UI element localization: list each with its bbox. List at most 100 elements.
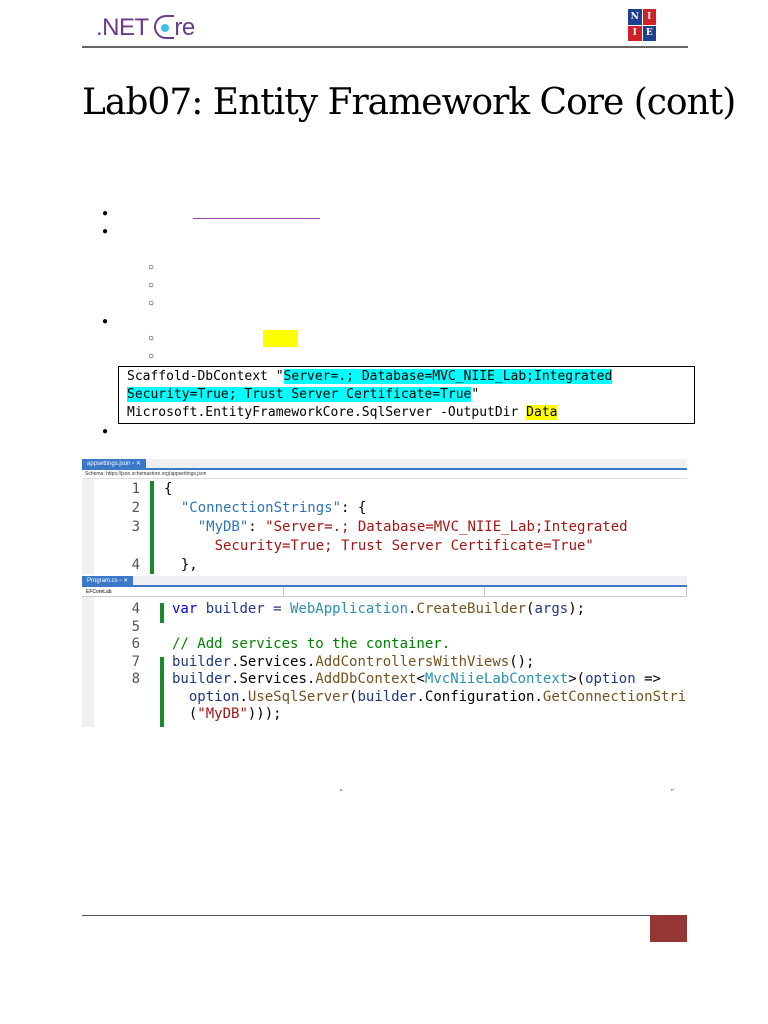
sub-bullet: ○ — [148, 333, 155, 344]
tab-program-cs: Program.cs ▫ ✕ — [82, 576, 134, 587]
code-line: // Add services to the container. — [172, 636, 450, 654]
code-token: UseSqlServer — [247, 688, 350, 705]
hyperlink-underline[interactable] — [193, 218, 320, 219]
code-token: "MyDB" — [197, 706, 248, 722]
appsettings-screenshot: appsettings.json ▫ ✕ Schema: https://jso… — [82, 459, 687, 576]
code-token: ); — [568, 601, 586, 617]
bullet: ● — [102, 226, 109, 237]
code-token: (); — [509, 653, 535, 670]
badge-letter: E — [642, 25, 656, 41]
code-token: => — [635, 671, 661, 687]
logo-text: .NET — [96, 14, 155, 41]
page-title: Lab07: Entity Framework Core (cont) — [82, 82, 736, 123]
logo-c-icon — [154, 15, 175, 39]
code-token: ( — [172, 706, 198, 722]
project-dropdown[interactable]: EFCoreLab — [82, 587, 284, 596]
badge-letter: N — [628, 9, 642, 25]
program-cs-screenshot: Program.cs ▫ ✕ EFCoreLab 4 var builder = … — [82, 576, 687, 729]
cmd-text: " — [471, 387, 480, 402]
code-line: "MyDB": "Server=.; Database=MVC_NIIE_Lab… — [164, 519, 628, 537]
code-token: builder = — [197, 601, 291, 617]
code-line: ("MyDB"))); — [172, 706, 282, 724]
code-token: // Add services to the container. — [172, 636, 451, 652]
bullet: ● — [102, 208, 109, 219]
badge-letter: I — [628, 25, 642, 41]
code-token: args — [534, 601, 569, 617]
line-number: 8 — [131, 671, 140, 687]
line-number: 1 — [131, 481, 140, 497]
code-token: { — [164, 481, 173, 497]
code-token: : — [248, 519, 266, 535]
code-token: option — [172, 688, 240, 705]
code-token: AddDbContext — [315, 671, 417, 687]
line-number: 5 — [131, 618, 140, 635]
member-dropdown[interactable] — [485, 587, 687, 596]
code-token: "ConnectionStrings" — [164, 500, 342, 516]
niie-logo: N I I E — [628, 9, 656, 41]
code-line: var builder = WebApplication.CreateBuild… — [172, 601, 585, 619]
highlight-mark — [263, 330, 298, 347]
line-number: 2 — [131, 500, 140, 516]
footer-divider — [82, 915, 650, 916]
code-line: option.UseSqlServer(builder.Configuratio… — [172, 689, 687, 707]
tab-appsettings: appsettings.json ▫ ✕ — [82, 459, 146, 470]
code-token: var — [172, 601, 198, 617]
code-token: . — [239, 688, 248, 705]
code-token: "MyDB" — [164, 519, 249, 535]
line-number: 7 — [131, 653, 140, 670]
code-token: : { — [341, 500, 367, 516]
badge-letter: I — [642, 9, 656, 25]
code-line: builder.Services.AddControllersWithViews… — [172, 654, 534, 672]
connection-string: Server=.; Database=MVC_NIIE_Lab;Integrat… — [283, 369, 613, 384]
code-token: builder — [172, 671, 232, 687]
code-token: WebApplication — [290, 601, 409, 617]
connection-string: Security=True; Trust Server Certificate=… — [127, 387, 472, 402]
code-token: builder — [357, 688, 417, 705]
dotnet-core-logo: .NET re — [96, 14, 195, 42]
code-token: builder — [172, 653, 232, 670]
code-token: }, — [164, 557, 198, 573]
code-line: }, — [164, 557, 198, 575]
output-dir: Data — [526, 405, 558, 420]
sub-bullet: ○ — [148, 280, 155, 291]
line-number: 6 — [131, 636, 140, 652]
line-number: 4 — [131, 557, 140, 573]
logo-text-suffix: re — [174, 14, 195, 41]
sub-bullet: ○ — [148, 298, 155, 309]
code-editor: 4 var builder = WebApplication.CreateBuil… — [82, 597, 687, 727]
cmd-text: Scaffold-DbContext " — [127, 369, 284, 384]
cmd-text: Microsoft.EntityFrameworkCore.SqlServer … — [127, 405, 527, 420]
code-token: < — [416, 671, 425, 687]
code-token: MvcNiieLabContext — [424, 671, 569, 687]
code-token: Security=True; Trust Server Certificate=… — [164, 538, 594, 554]
code-token: .Configuration. — [416, 688, 543, 705]
scaffold-command-box: Scaffold-DbContext "Server=.; Database=M… — [118, 366, 695, 424]
bullet: ● — [102, 316, 109, 327]
code-token: .Services. — [231, 653, 316, 670]
code-token: option — [585, 671, 636, 687]
code-token: ))); — [247, 706, 282, 722]
close-quote: ” — [671, 788, 674, 797]
open-quote: “ — [340, 788, 343, 797]
schema-bar: Schema: https://json.schemastore.org/app… — [82, 470, 687, 479]
page-number-box — [650, 915, 687, 942]
code-line: "ConnectionStrings": { — [164, 500, 366, 518]
code-line: { — [164, 481, 172, 499]
sub-bullet: ○ — [148, 351, 155, 362]
bullet: ● — [102, 426, 109, 437]
code-token: AddControllersWithViews — [315, 653, 510, 670]
code-token: "Server=.; Database=MVC_NIIE_Lab;Integra… — [265, 519, 628, 535]
code-token: CreateBuilder — [416, 601, 527, 617]
code-token: >( — [568, 671, 586, 687]
code-line: Security=True; Trust Server Certificate=… — [164, 538, 594, 556]
code-token: GetConnectionString — [542, 688, 687, 705]
code-editor: 1 {2 "ConnectionStrings": { 3 "MyDB": "Ser… — [82, 479, 687, 574]
code-line: builder.Services.AddDbContext<MvcNiieLab… — [172, 671, 661, 689]
type-dropdown[interactable] — [284, 587, 486, 596]
line-number: 3 — [131, 519, 140, 535]
code-token: .Services. — [231, 671, 316, 687]
line-number: 4 — [131, 601, 140, 617]
navigation-bar: EFCoreLab — [82, 587, 687, 597]
header-divider — [82, 46, 688, 48]
sub-bullet: ○ — [148, 262, 155, 273]
